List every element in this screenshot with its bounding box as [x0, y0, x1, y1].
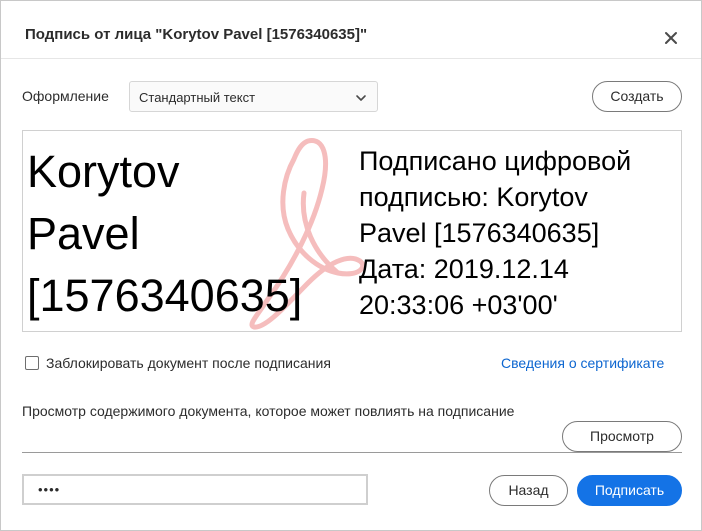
create-button[interactable]: Создать [592, 81, 682, 112]
password-field[interactable]: •••• [22, 474, 368, 505]
signature-details-text: Подписано цифровой подписью: Korytov Pav… [359, 143, 679, 323]
signature-preview: Korytov Pavel [1576340635] Подписано циф… [22, 130, 682, 332]
close-icon[interactable] [661, 27, 681, 47]
lock-document-checkbox[interactable] [25, 356, 39, 370]
appearance-label: Оформление [22, 88, 109, 104]
signature-name-line: Korytov [27, 146, 180, 197]
back-button[interactable]: Назад [489, 475, 568, 506]
footer-divider [22, 452, 682, 453]
dialog-title: Подпись от лица "Korytov Pavel [15763406… [25, 26, 368, 43]
signature-name-line: [1576340635] [27, 270, 303, 321]
signature-detail-line: Подписано цифровой [359, 146, 632, 176]
signature-detail-line: 20:33:06 +03'00' [359, 290, 558, 320]
signature-name-text: Korytov Pavel [1576340635] [27, 141, 357, 327]
preview-button[interactable]: Просмотр [562, 421, 682, 452]
certificate-details-link[interactable]: Сведения о сертификате [501, 355, 664, 371]
signature-detail-line: подписью: Korytov [359, 182, 588, 212]
signature-name-line: Pavel [27, 208, 140, 259]
appearance-select-value: Стандартный текст [139, 90, 256, 105]
sign-button[interactable]: Подписать [577, 475, 682, 506]
document-preview-note: Просмотр содержимого документа, которое … [22, 403, 515, 419]
signature-detail-line: Pavel [1576340635] [359, 218, 600, 248]
signature-dialog: Подпись от лица "Korytov Pavel [15763406… [0, 0, 702, 531]
lock-document-label[interactable]: Заблокировать документ после подписания [46, 355, 331, 371]
signature-detail-line: Дата: 2019.12.14 [359, 254, 569, 284]
title-divider [1, 58, 701, 59]
chevron-down-icon [355, 91, 367, 109]
password-value: •••• [38, 482, 61, 497]
appearance-select[interactable]: Стандартный текст [129, 81, 378, 112]
